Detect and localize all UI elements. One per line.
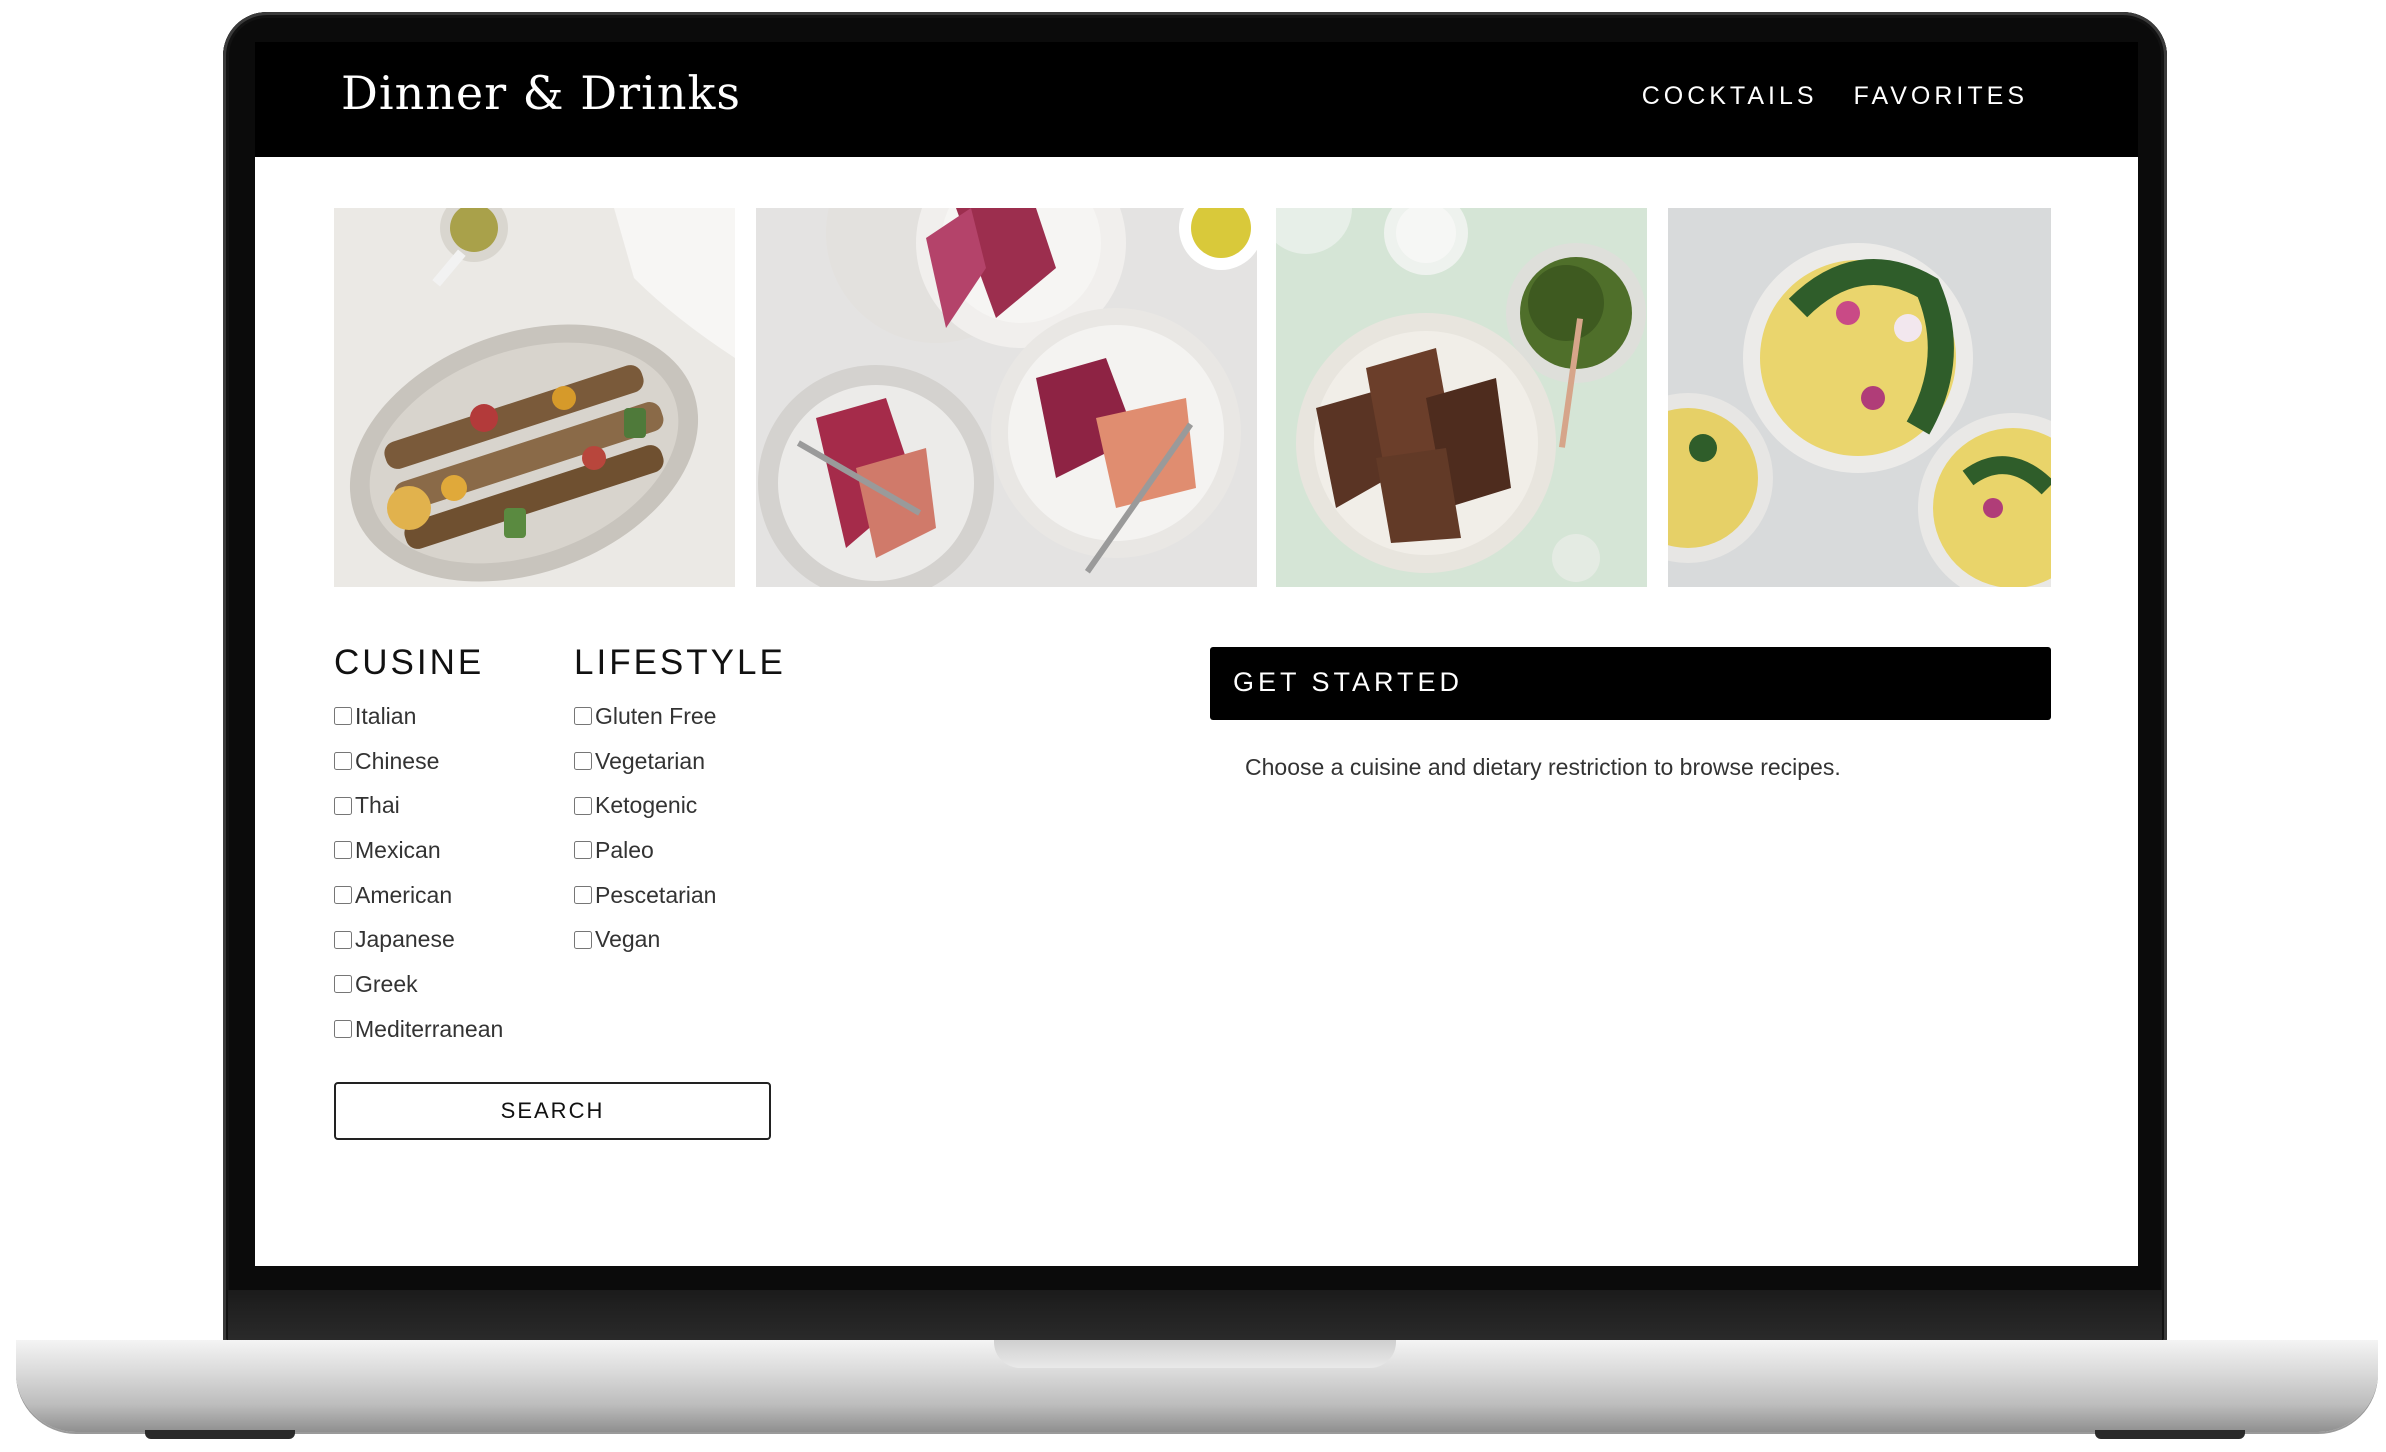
lifestyle-checkbox[interactable] [574,930,592,949]
lifestyle-checkbox[interactable] [574,796,592,815]
lifestyle-checkbox[interactable] [574,707,592,726]
nav-link-favorites[interactable]: FAVORITES [1854,82,2028,111]
lamb-chops-photo [1276,208,1647,587]
cuisine-checkbox[interactable] [334,752,352,771]
cuisine-option-thai[interactable]: Thai [334,783,503,828]
lifestyle-filter-group: LIFESTYLE Gluten Free Vegetarian Ketogen… [574,642,786,962]
cuisine-checkbox[interactable] [334,886,352,905]
lifestyle-option-ketogenic[interactable]: Ketogenic [574,783,786,828]
laptop-lid-opening-notch [994,1340,1396,1368]
top-navbar: Dinner & Drinks COCKTAILS FAVORITES [255,42,2138,157]
brand-logo[interactable]: Dinner & Drinks [341,66,741,120]
cuisine-checkbox[interactable] [334,841,352,860]
cuisine-option-italian[interactable]: Italian [334,694,503,739]
cuisine-option-greek[interactable]: Greek [334,962,503,1007]
cuisine-option-label: Thai [355,792,400,819]
cuisine-checkbox[interactable] [334,1020,352,1039]
cuisine-heading: CUSINE [334,643,485,682]
search-button[interactable]: SEARCH [334,1082,771,1140]
lifestyle-option-label: Pescetarian [595,881,717,908]
cuisine-option-mexican[interactable]: Mexican [334,828,503,873]
get-started-header: GET STARTED [1210,647,2051,720]
cuisine-option-chinese[interactable]: Chinese [334,739,503,784]
lifestyle-checkbox[interactable] [574,886,592,905]
cuisine-option-mediterranean[interactable]: Mediterranean [334,1007,503,1052]
lifestyle-option-label: Vegetarian [595,747,705,774]
cuisine-option-label: Mexican [355,836,441,863]
cuisine-checkbox[interactable] [334,707,352,726]
cuisine-checkbox[interactable] [334,796,352,815]
lifestyle-option-label: Gluten Free [595,702,717,729]
lifestyle-option-pescetarian[interactable]: Pescetarian [574,873,786,918]
cuisine-option-label: Mediterranean [355,1015,504,1042]
cuisine-filter-group: CUSINE Italian Chinese Thai Mexican Amer… [334,642,503,1052]
laptop-foot-right [2095,1430,2245,1439]
laptop-bottom-bezel [228,1290,2162,1340]
get-started-title: GET STARTED [1233,667,1464,697]
lifestyle-checkbox[interactable] [574,841,592,860]
lifestyle-option-label: Vegan [595,926,661,953]
radicchio-salad-photo [756,208,1257,587]
cuisine-checkbox[interactable] [334,930,352,949]
get-started-text: Choose a cuisine and dietary restriction… [1245,754,1841,780]
cuisine-checkbox[interactable] [334,975,352,994]
lifestyle-option-label: Ketogenic [595,792,698,819]
nav-links: COCKTAILS FAVORITES [1642,82,2028,111]
lifestyle-option-paleo[interactable]: Paleo [574,828,786,873]
laptop-foot-left [145,1430,295,1439]
cuisine-option-label: American [355,881,453,908]
lifestyle-option-label: Paleo [595,836,654,863]
lifestyle-checkbox[interactable] [574,752,592,771]
cuisine-option-label: Italian [355,702,417,729]
cuisine-option-label: Chinese [355,747,440,774]
cuisine-option-label: Japanese [355,926,455,953]
cuisine-option-american[interactable]: American [334,873,503,918]
kebab-platter-photo [334,208,735,587]
lifestyle-option-vegetarian[interactable]: Vegetarian [574,739,786,784]
cuisine-option-label: Greek [355,970,418,997]
nav-link-cocktails[interactable]: COCKTAILS [1642,82,1818,111]
yellow-soup-photo [1668,208,2051,587]
laptop-screen: Dinner & Drinks COCKTAILS FAVORITES CUSI… [255,42,2138,1266]
cuisine-option-japanese[interactable]: Japanese [334,917,503,962]
lifestyle-option-gluten-free[interactable]: Gluten Free [574,694,786,739]
lifestyle-heading: LIFESTYLE [574,643,786,682]
lifestyle-option-vegan[interactable]: Vegan [574,917,786,962]
